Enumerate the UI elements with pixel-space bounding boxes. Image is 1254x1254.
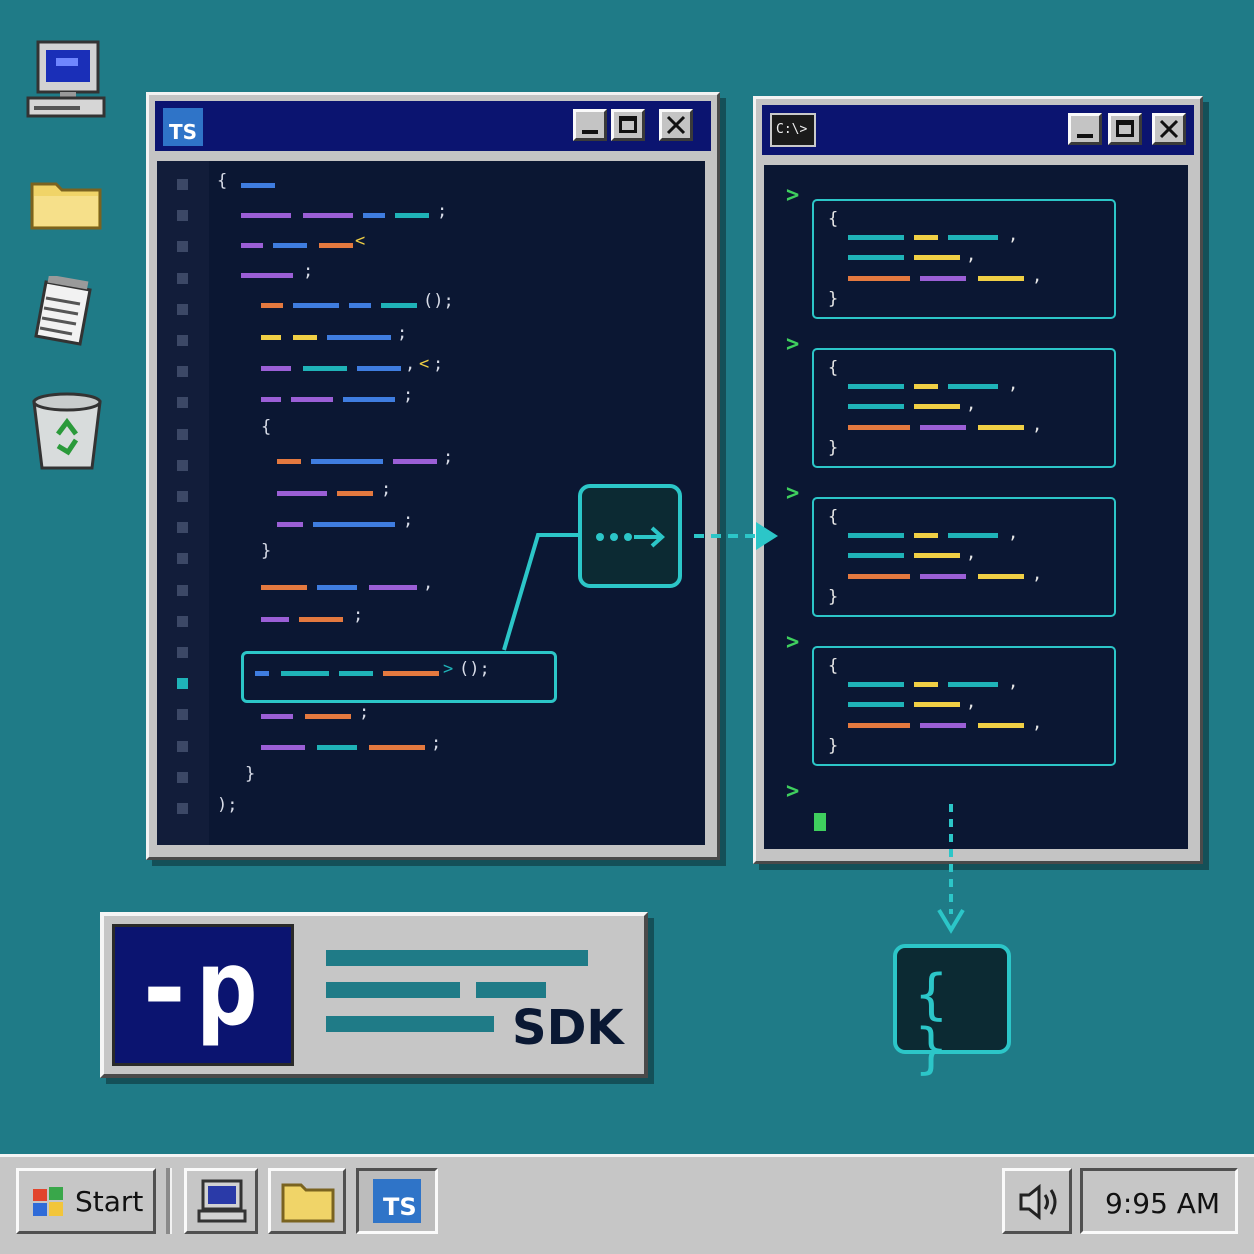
run-arrow-icon [596,526,665,548]
taskbar-computer-button[interactable] [184,1168,258,1234]
sdk-label: SDK [512,1000,624,1056]
logo-mark-text: -p [133,927,259,1049]
sdk-logo-card: -p SDK [100,912,648,1078]
logo-mark: -p [112,924,294,1066]
start-button[interactable]: Start [16,1168,156,1234]
json-result-tile[interactable]: { } [893,944,1011,1076]
code-symbol: ); [217,795,238,815]
code-token [317,745,357,750]
code-symbol: , [1032,713,1043,733]
taskbar-ts-button[interactable]: TS [356,1168,438,1234]
line-marker [177,803,188,814]
clock-time: 9:95 AM [1105,1187,1221,1220]
desktop: TS {; <; ();;, <;;{;;;},; > ();;;}); C:\> [0,0,1254,1254]
start-label: Start [75,1185,144,1218]
result-connector-line [937,804,965,934]
windows-logo-icon [33,1187,63,1216]
code-token [261,745,305,750]
logo-bar-2 [326,982,460,998]
taskbar-folder-button[interactable] [268,1168,346,1234]
logo-bar-4 [326,1016,494,1032]
code-token [978,723,1024,728]
logo-bar-1 [326,950,588,966]
json-braces-icon: { } [915,963,948,1080]
json-brace-close: } [828,736,839,756]
line-marker [177,709,188,721]
run-node[interactable] [578,484,682,588]
taskbar-ts-label: TS [383,1193,417,1221]
code-token [914,702,960,707]
line-marker [177,771,188,783]
computer-icon [197,1179,247,1223]
code-token [305,714,351,719]
code-symbol: } [245,764,256,784]
call-connector-line [502,522,778,651]
code-token [848,723,910,728]
speaker-icon [1019,1183,1057,1221]
system-clock[interactable]: 9:95 AM [1080,1168,1238,1234]
volume-button[interactable] [1002,1168,1072,1234]
typescript-icon: TS [373,1179,421,1223]
line-marker [177,740,188,752]
final-prompt-symbol: > [786,779,800,804]
code-token [369,745,425,750]
logo-bar-3 [476,982,546,998]
code-token [261,714,293,719]
code-token [920,723,966,728]
code-token [848,702,904,707]
code-symbol: ; [359,702,370,722]
terminal-cursor [814,813,826,831]
taskbar-separator [166,1168,172,1234]
code-symbol: ; [431,733,442,753]
folder-icon [281,1183,335,1223]
